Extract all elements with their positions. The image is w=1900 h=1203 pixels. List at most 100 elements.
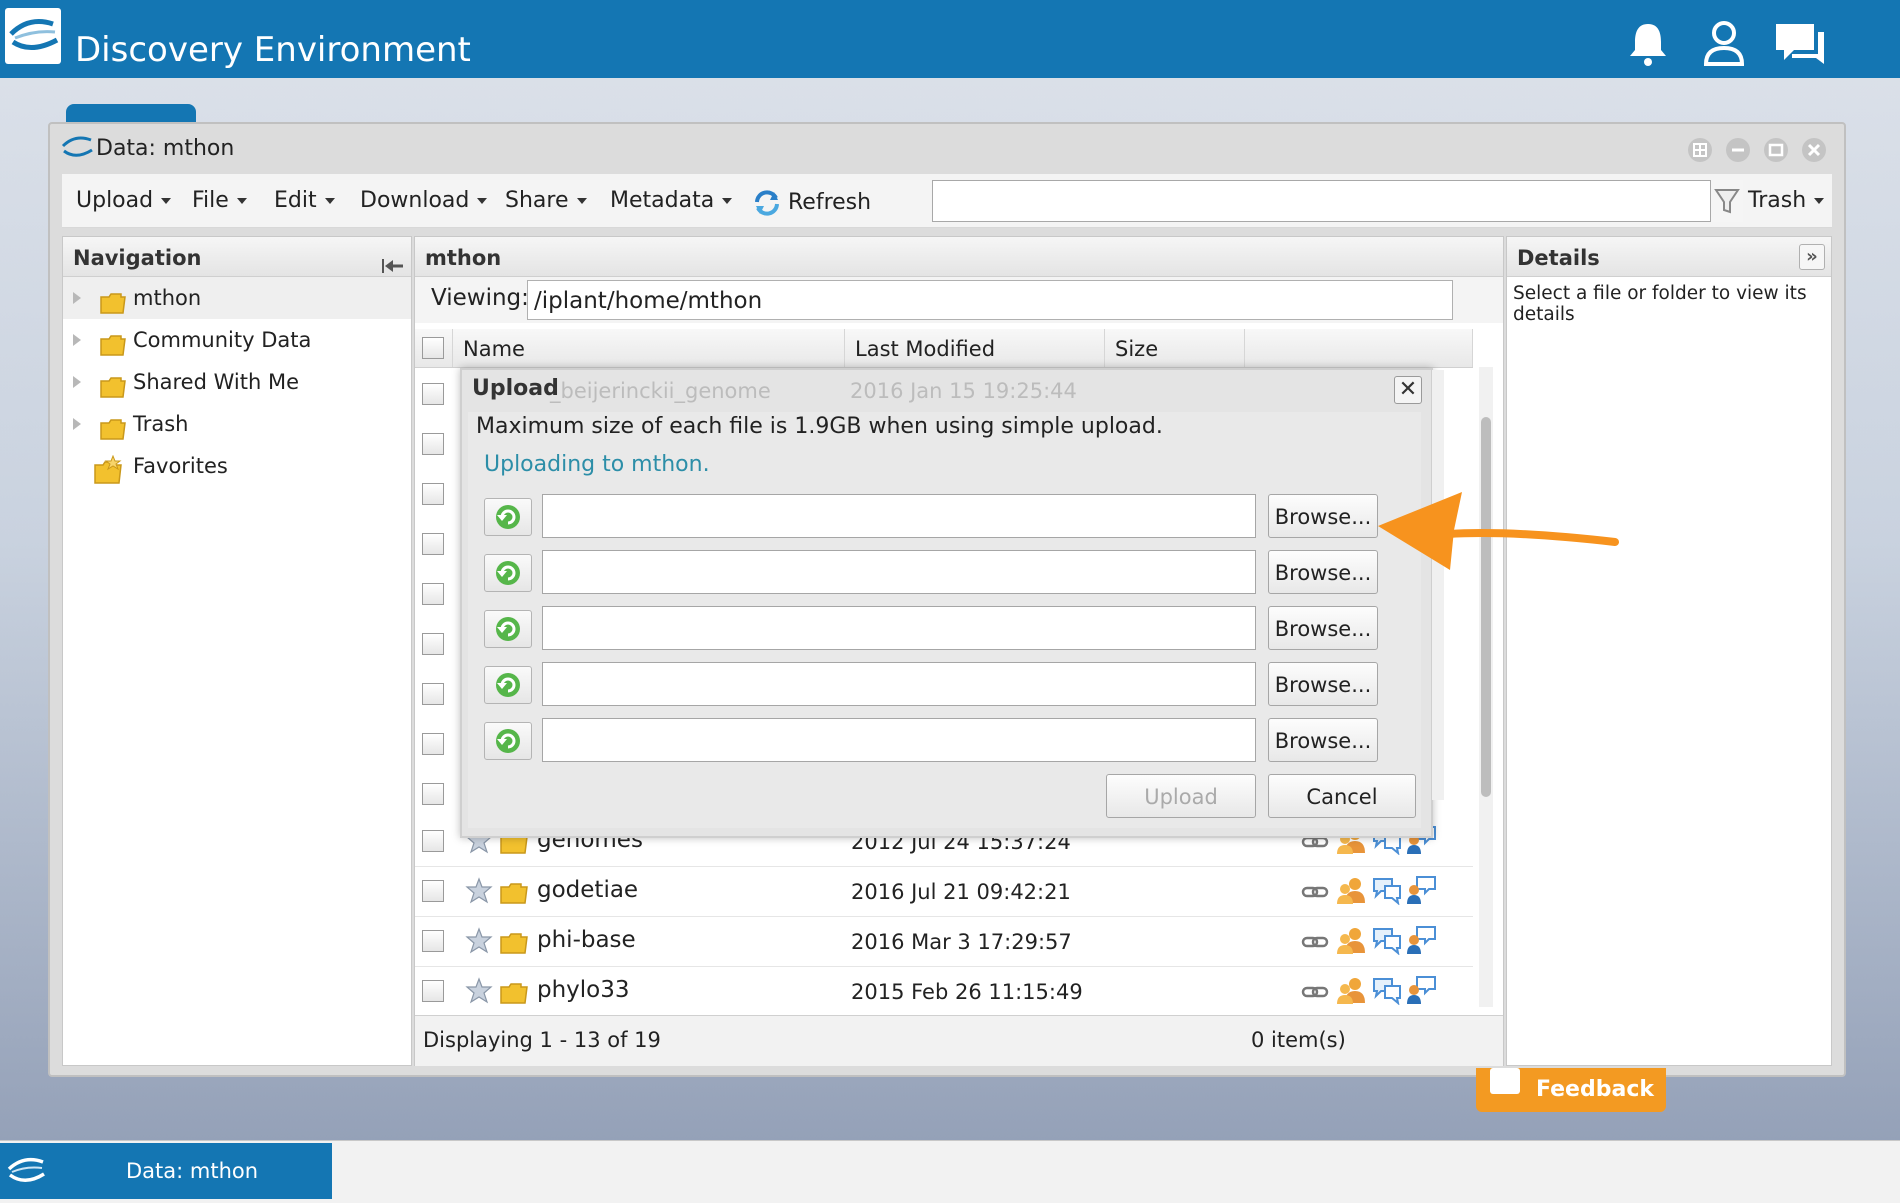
upload-status: Uploading to mthon. <box>484 452 710 477</box>
reset-field-button[interactable] <box>484 498 532 536</box>
chevron-down-icon <box>161 198 172 204</box>
share-users-icon[interactable] <box>1335 925 1367 960</box>
nav-item-mthon[interactable]: mthon <box>63 277 411 319</box>
link-icon[interactable] <box>1301 979 1329 1010</box>
reset-field-button[interactable] <box>484 554 532 592</box>
row-checkbox[interactable] <box>422 733 444 755</box>
reset-field-button[interactable] <box>484 666 532 704</box>
search-input[interactable] <box>932 180 1742 222</box>
browse-button[interactable]: Browse... <box>1268 662 1378 706</box>
user-icon[interactable] <box>1699 18 1749 68</box>
row-checkbox[interactable] <box>422 583 444 605</box>
row-checkbox[interactable] <box>422 830 444 852</box>
share-users-icon[interactable] <box>1335 875 1367 910</box>
refresh-button[interactable]: Refresh <box>752 188 871 218</box>
file-menu[interactable]: File <box>192 188 247 213</box>
download-menu[interactable]: Download <box>360 188 488 213</box>
browse-button[interactable]: Browse... <box>1268 494 1378 538</box>
row-checkbox[interactable] <box>422 683 444 705</box>
feedback-button[interactable]: Feedback <box>1476 1068 1666 1112</box>
row-checkbox[interactable] <box>422 633 444 655</box>
file-upload-row: Browse... <box>484 662 1404 706</box>
table-row[interactable]: phi-base 2016 Mar 3 17:29:57 <box>415 917 1473 967</box>
reset-field-button[interactable] <box>484 610 532 648</box>
link-icon[interactable] <box>1301 879 1329 910</box>
nav-item-favorites[interactable]: Favorites <box>63 445 411 487</box>
reset-field-button[interactable] <box>484 722 532 760</box>
column-header-last-modified[interactable]: Last Modified <box>845 329 1105 367</box>
dialog-header[interactable]: Upload _beijerinckii_genome 2016 Jan 15 … <box>462 370 1431 410</box>
cancel-button[interactable]: Cancel <box>1268 774 1416 818</box>
filter-icon[interactable] <box>1710 180 1743 222</box>
table-row[interactable]: phylo33 2015 Feb 26 11:15:49 <box>415 967 1473 1017</box>
browse-button[interactable]: Browse... <box>1268 718 1378 762</box>
dialog-scrollbar[interactable] <box>1432 370 1444 800</box>
path-input[interactable]: /iplant/home/mthon <box>527 280 1453 320</box>
row-checkbox[interactable] <box>422 930 444 952</box>
nav-item-community-data[interactable]: Community Data <box>63 319 411 361</box>
comments-icon[interactable] <box>1371 925 1403 960</box>
nav-item-trash[interactable]: Trash <box>63 403 411 445</box>
row-name[interactable]: godetiae <box>537 877 638 903</box>
maximize-icon[interactable] <box>1764 138 1788 162</box>
dialog-title: Upload <box>472 376 559 401</box>
file-path-input[interactable] <box>542 718 1256 762</box>
row-checkbox[interactable] <box>422 880 444 902</box>
column-header-size[interactable]: Size <box>1105 329 1245 367</box>
file-path-input[interactable] <box>542 662 1256 706</box>
expand-icon[interactable] <box>73 334 81 346</box>
taskbar-window-button[interactable]: Data: mthon <box>0 1143 332 1199</box>
link-icon[interactable] <box>1301 929 1329 960</box>
chevron-down-icon <box>236 198 247 204</box>
expand-icon[interactable] <box>73 418 81 430</box>
share-users-icon[interactable] <box>1335 975 1367 1010</box>
row-checkbox[interactable] <box>422 483 444 505</box>
nav-item-shared-with-me[interactable]: Shared With Me <box>63 361 411 403</box>
grid-scrollbar[interactable] <box>1479 367 1493 1007</box>
user-comment-icon[interactable] <box>1405 875 1437 910</box>
user-comment-icon[interactable] <box>1405 925 1437 960</box>
favorite-star-icon[interactable] <box>465 977 493 1010</box>
upload-menu[interactable]: Upload <box>76 188 172 213</box>
upload-size-info: Maximum size of each file is 1.9GB when … <box>476 414 1163 439</box>
layout-icon[interactable] <box>1688 138 1712 162</box>
file-path-input[interactable] <box>542 606 1256 650</box>
row-name[interactable]: phylo33 <box>537 977 630 1003</box>
favorite-star-icon[interactable] <box>465 927 493 960</box>
scroll-thumb[interactable] <box>1481 417 1491 797</box>
window-title: Data: mthon <box>96 136 235 161</box>
trash-menu[interactable]: Trash <box>1748 188 1825 213</box>
browse-button[interactable]: Browse... <box>1268 550 1378 594</box>
close-icon[interactable] <box>1802 138 1826 162</box>
expand-icon[interactable] <box>73 292 81 304</box>
bell-icon[interactable] <box>1623 18 1673 68</box>
comments-icon[interactable] <box>1371 975 1403 1010</box>
row-checkbox[interactable] <box>422 383 444 405</box>
upload-submit-button[interactable]: Upload <box>1106 774 1256 818</box>
column-header-name[interactable]: Name <box>453 329 845 367</box>
minimize-icon[interactable] <box>1726 138 1750 162</box>
collapse-right-icon[interactable]: » <box>1799 244 1825 270</box>
file-path-input[interactable] <box>542 550 1256 594</box>
file-path-input[interactable] <box>542 494 1256 538</box>
table-row[interactable]: godetiae 2016 Jul 21 09:42:21 <box>415 867 1473 917</box>
row-checkbox[interactable] <box>422 433 444 455</box>
row-checkbox[interactable] <box>422 783 444 805</box>
select-all-checkbox[interactable] <box>422 337 444 359</box>
navigation-heading: Navigation <box>63 237 411 277</box>
edit-menu[interactable]: Edit <box>274 188 335 213</box>
chat-icon[interactable] <box>1774 18 1824 68</box>
metadata-menu[interactable]: Metadata <box>610 188 733 213</box>
details-heading: Details » <box>1507 237 1831 277</box>
comments-icon[interactable] <box>1371 875 1403 910</box>
row-checkbox[interactable] <box>422 980 444 1002</box>
dialog-close-button[interactable]: ✕ <box>1394 376 1422 404</box>
share-menu[interactable]: Share <box>505 188 587 213</box>
row-name[interactable]: phi-base <box>537 927 636 953</box>
favorite-star-icon[interactable] <box>465 877 493 910</box>
browse-button[interactable]: Browse... <box>1268 606 1378 650</box>
row-checkbox[interactable] <box>422 533 444 555</box>
expand-icon[interactable] <box>73 376 81 388</box>
window-titlebar[interactable]: Data: mthon <box>50 124 1844 172</box>
user-comment-icon[interactable] <box>1405 975 1437 1010</box>
